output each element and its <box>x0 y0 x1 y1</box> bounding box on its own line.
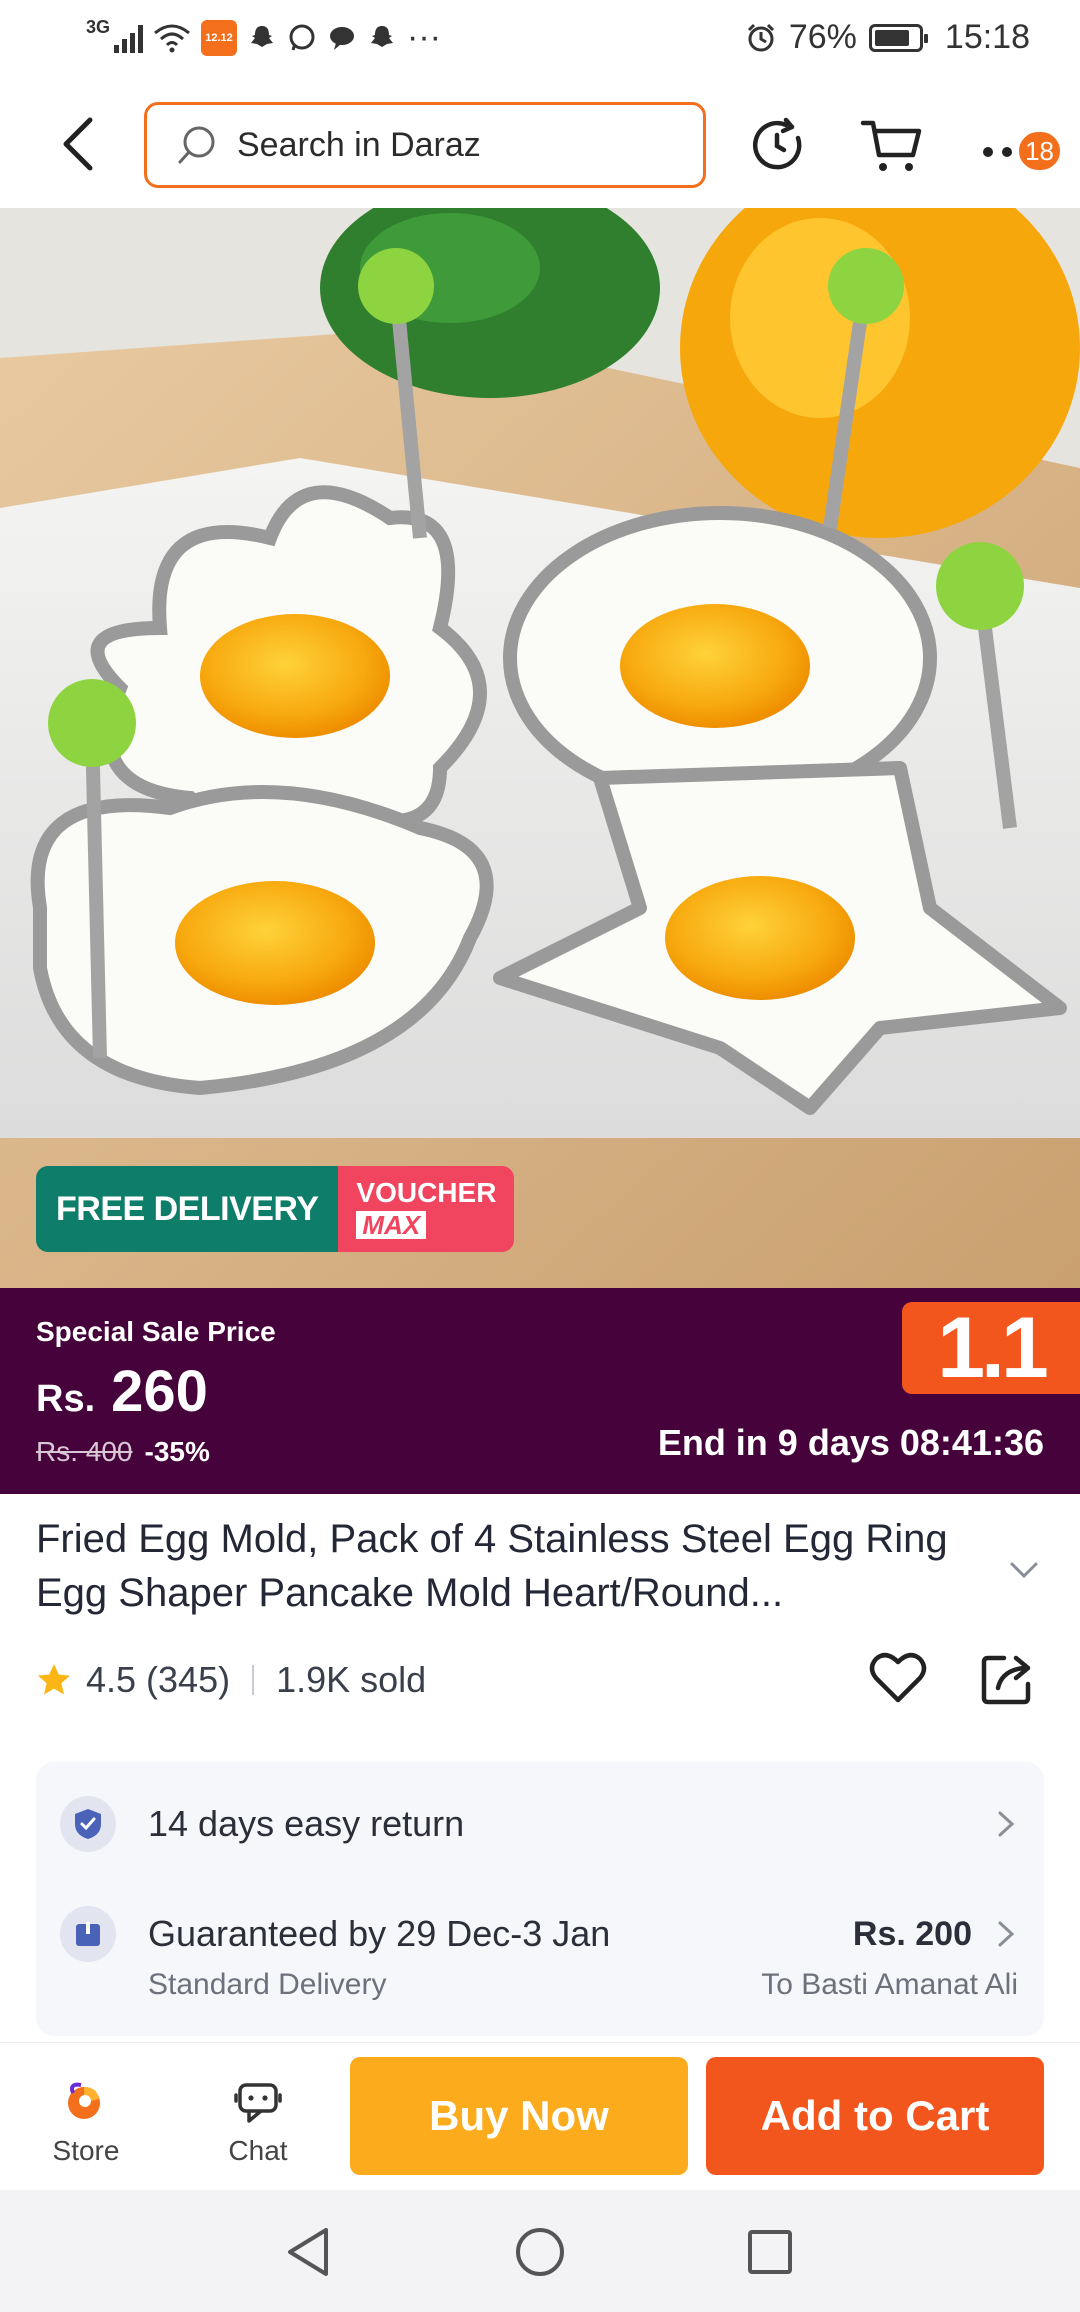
clock: 15:18 <box>944 18 1030 56</box>
top-nav: Search in Daraz 18 <box>0 82 1080 208</box>
price-currency: Rs. <box>36 1378 96 1420</box>
message-icon <box>330 26 355 50</box>
snapchat-icon-2 <box>371 25 394 47</box>
free-delivery-tag: FREE DELIVERY <box>36 1166 339 1252</box>
sale-countdown: End in 9 days 08:41:36 <box>657 1422 1044 1463</box>
status-left: 3G 12.12 ··· <box>86 17 441 57</box>
returns-text: 14 days easy return <box>148 1803 465 1844</box>
whatsapp-icon <box>289 24 315 50</box>
more-notifications: ··· <box>407 18 441 56</box>
add-to-cart-button[interactable]: Add to Cart <box>706 2057 1044 2175</box>
chat-icon <box>234 2083 282 2123</box>
store-icon <box>68 2082 100 2119</box>
more-button[interactable]: 18 <box>972 110 1072 180</box>
chevron-right-icon <box>998 1811 1015 1837</box>
promo-tags: FREE DELIVERY VOUCHER MAX <box>36 1166 515 1252</box>
delivery-destination: To Basti Amanat Ali <box>761 1968 1018 2001</box>
sale-label: Special Sale Price <box>36 1316 276 1347</box>
cart-button[interactable] <box>856 110 926 180</box>
original-price: Rs. 400 <box>36 1436 133 1467</box>
system-home-button[interactable] <box>512 2224 568 2280</box>
voucher-max-tag: VOUCHER MAX <box>338 1166 515 1252</box>
search-icon <box>178 126 215 164</box>
sold-count: 1.9K sold <box>276 1659 427 1700</box>
product-image[interactable]: FREE DELIVERY VOUCHER MAX <box>0 208 1080 1288</box>
delivery-row[interactable]: Guaranteed by 29 Dec-3 Jan Rs. 200 <box>60 1906 1018 1962</box>
product-title: Fried Egg Mold, Pack of 4 Stainless Stee… <box>36 1517 948 1615</box>
sale-price: Rs. 260 <box>36 1358 208 1425</box>
rating-divider <box>252 1665 255 1695</box>
shield-check-icon <box>60 1796 116 1852</box>
delivery-method: Standard Delivery <box>148 1968 387 2001</box>
status-right: 76% 15:18 <box>745 18 1030 57</box>
price-value: 260 <box>111 1359 208 1424</box>
sale-banner: Special Sale Price Rs. 260 Rs. 400 -35% … <box>0 1288 1080 1494</box>
expand-title-icon[interactable] <box>1004 1550 1044 1590</box>
store-button[interactable]: Store <box>26 2079 146 2167</box>
snapchat-icon <box>251 25 274 47</box>
chevron-left-icon <box>63 117 93 171</box>
rating-value: 4.5 (345) <box>86 1659 231 1700</box>
square-recents-icon <box>748 2230 792 2274</box>
heart-icon[interactable] <box>866 1646 930 1710</box>
store-label: Store <box>52 2135 120 2166</box>
delivery-card: 14 days easy return Guaranteed by 29 Dec… <box>36 1762 1044 2036</box>
buy-now-button[interactable]: Buy Now <box>350 2057 688 2175</box>
daraz-app-icon: 12.12 <box>201 19 238 56</box>
search-bar[interactable]: Search in Daraz <box>144 102 706 188</box>
product-photo <box>0 208 1080 1288</box>
alarm-icon <box>747 23 774 51</box>
system-nav-bar <box>0 2190 1080 2312</box>
star-icon <box>38 1664 70 1695</box>
delivery-subrow: Standard Delivery To Basti Amanat Ali <box>60 1968 1018 2002</box>
refresh-icon <box>752 117 802 170</box>
battery-icon <box>868 23 928 52</box>
status-bar: 3G 12.12 ··· 76% 15:18 <box>0 0 1080 82</box>
triangle-back-icon <box>288 2228 328 2276</box>
network-type: 3G <box>86 17 111 37</box>
history-button[interactable] <box>742 110 812 180</box>
system-recents-button[interactable] <box>742 2224 798 2280</box>
chevron-right-icon <box>998 1921 1015 1947</box>
notification-badge: 18 <box>1017 130 1062 172</box>
signal-icon <box>114 23 144 53</box>
discount-percent: -35% <box>144 1436 210 1467</box>
cart-icon <box>860 120 922 171</box>
wifi-icon <box>154 24 190 52</box>
returns-row[interactable]: 14 days easy return <box>60 1796 1018 1852</box>
search-input[interactable]: Search in Daraz <box>237 126 481 165</box>
chat-label: Chat <box>228 2135 288 2166</box>
action-bar: Store Chat Buy Now Add to Cart <box>0 2042 1080 2190</box>
voucher-max-label: MAX <box>356 1211 427 1239</box>
truck-icon <box>60 1906 116 1962</box>
circle-home-icon <box>516 2228 564 2276</box>
share-icon[interactable] <box>976 1646 1040 1710</box>
original-price-row: Rs. 400 -35% <box>36 1436 210 1468</box>
voucher-label: VOUCHER <box>356 1177 497 1208</box>
system-back-button[interactable] <box>280 2224 336 2280</box>
guarantee-text: Guaranteed by 29 Dec-3 Jan <box>148 1913 611 1954</box>
battery-percent: 76% <box>788 18 857 56</box>
back-button[interactable] <box>48 112 108 176</box>
delivery-fee: Rs. 200 <box>852 1914 972 1953</box>
chat-button[interactable]: Chat <box>198 2079 318 2167</box>
rating-row[interactable]: 4.5 (345) 1.9K sold <box>36 1652 426 1708</box>
campaign-badge: 1.1 <box>902 1300 1080 1396</box>
